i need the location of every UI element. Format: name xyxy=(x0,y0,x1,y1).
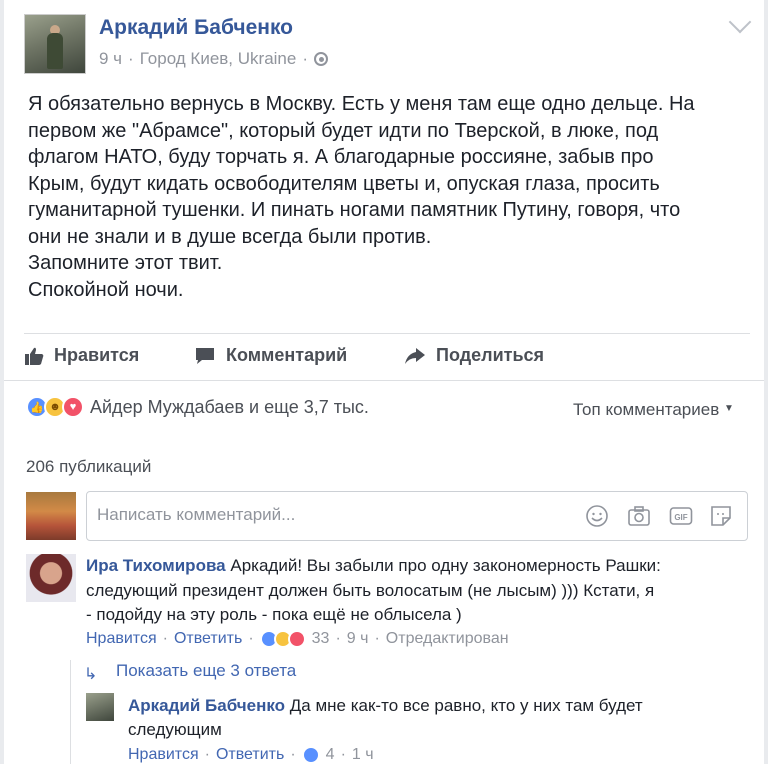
chevron-down-icon[interactable] xyxy=(728,10,752,34)
reply-actions: Нравится · Ответить · 4 · 1 ч xyxy=(128,746,374,764)
comment-edited[interactable]: Отредактирован xyxy=(386,630,509,648)
post-line: Крым, будут кидать освободителям цветы и… xyxy=(28,172,660,195)
separator: · xyxy=(290,746,296,763)
post-line: флагом НАТО, буду торчать я. А благодарн… xyxy=(28,146,654,168)
reply-arrow-icon: ↳ xyxy=(84,666,98,683)
comment-actions: Нравится · Ответить · 33 · 9 ч · Отредак… xyxy=(86,630,509,648)
comment-first-line: Ира Тихомирова Аркадий! Вы забыли про од… xyxy=(86,554,746,579)
reply-line: следующим xyxy=(128,720,222,739)
author-avatar[interactable] xyxy=(24,14,86,74)
thumbs-up-icon xyxy=(25,347,44,365)
commenter-name[interactable]: Ира Тихомирова xyxy=(86,556,226,575)
emoji-icon[interactable] xyxy=(585,504,609,528)
publications-count[interactable]: 206 публикаций xyxy=(26,457,151,477)
reactions-text: Айдер Муждабаев и еще 3,7 тыс. xyxy=(90,396,369,417)
reply-reaction-count[interactable]: 4 xyxy=(326,746,335,764)
comment-button[interactable]: Комментарий xyxy=(194,345,347,366)
post-author-name[interactable]: Аркадий Бабченко xyxy=(99,16,293,40)
reply-author-avatar[interactable] xyxy=(86,693,114,721)
comment-line: Аркадий! Вы забыли про одну закономернос… xyxy=(225,556,661,575)
post-time[interactable]: 9 ч xyxy=(99,49,122,69)
gif-icon[interactable]: GIF xyxy=(669,504,693,528)
divider xyxy=(4,380,764,381)
caret-down-icon: ▼ xyxy=(723,403,734,414)
reply-time[interactable]: 1 ч xyxy=(352,746,374,764)
post-line: первом же "Абрамсе", который будет идти … xyxy=(28,119,659,142)
angry-reaction-icon xyxy=(287,630,306,648)
post-line: гуманитарной тушенки. И пинать ногами па… xyxy=(28,199,681,221)
meta-separator: · xyxy=(128,49,134,68)
show-more-replies-link[interactable]: Показать еще 3 ответа xyxy=(116,661,296,681)
like-reaction-icon xyxy=(301,746,320,764)
svg-text:GIF: GIF xyxy=(674,513,687,522)
thread-line xyxy=(70,660,71,764)
like-button[interactable]: Нравится xyxy=(24,345,139,366)
like-label: Нравится xyxy=(54,345,140,365)
post-location[interactable]: Город Киев, Ukraine xyxy=(140,49,297,69)
post-line: они не знали и в душе всегда были против… xyxy=(28,225,432,248)
reply-first-line: Аркадий Бабченко Да мне как-то все равно… xyxy=(128,694,728,718)
comment-time[interactable]: 9 ч xyxy=(347,630,369,648)
comment-line: - подойду на эту роль - пока ещё не облы… xyxy=(86,605,462,624)
avatar-figure xyxy=(47,33,63,69)
love-reaction-icon: ♥ xyxy=(62,396,84,418)
post-text: Я обязательно вернусь в Москву. Есть у м… xyxy=(28,91,753,303)
comment-input[interactable] xyxy=(95,504,569,526)
separator: · xyxy=(374,630,380,647)
commenter-avatar[interactable] xyxy=(26,554,76,602)
comment-reply-link[interactable]: Ответить xyxy=(174,630,242,648)
globe-icon xyxy=(314,52,329,66)
reactions-summary[interactable]: 👍 ☻ ♥ Айдер Муждабаев и еще 3,7 тыс. xyxy=(26,396,369,418)
post-line: Я обязательно вернусь в Москву. Есть у м… xyxy=(28,93,695,115)
post-line: Запомните этот твит. xyxy=(28,252,223,274)
comment-reaction-count[interactable]: 33 xyxy=(312,630,330,648)
post-meta: 9 ч · Город Киев, Ukraine · xyxy=(99,49,329,69)
separator: · xyxy=(335,630,341,647)
separator: · xyxy=(162,630,168,647)
reply-reply-link[interactable]: Ответить xyxy=(216,746,284,764)
separator: · xyxy=(340,746,346,763)
post-card: Аркадий Бабченко 9 ч · Город Киев, Ukrai… xyxy=(4,0,764,764)
reply-like-link[interactable]: Нравится xyxy=(128,746,199,764)
sticker-icon[interactable] xyxy=(709,504,733,528)
comment-like-link[interactable]: Нравится xyxy=(86,630,157,648)
comment-body: Ира Тихомирова Аркадий! Вы забыли про од… xyxy=(86,554,746,628)
separator: · xyxy=(204,746,210,763)
post-line: Спокойной ночи. xyxy=(28,278,184,301)
my-avatar[interactable] xyxy=(26,492,76,540)
meta-separator: · xyxy=(302,49,309,68)
comment-sort-label: Топ комментариев xyxy=(573,400,720,419)
comment-line: следующий президент должен быть волосаты… xyxy=(86,580,655,600)
separator: · xyxy=(248,630,254,647)
share-button[interactable]: Поделиться xyxy=(404,345,544,366)
comment-sort-dropdown[interactable]: Топ комментариев ▼ xyxy=(573,400,734,420)
divider xyxy=(24,333,750,334)
reply-body: Аркадий Бабченко Да мне как-то все равно… xyxy=(128,694,728,742)
reply-author-name[interactable]: Аркадий Бабченко xyxy=(128,696,285,715)
camera-icon[interactable] xyxy=(627,504,651,528)
comment-composer[interactable]: GIF xyxy=(86,491,748,541)
share-label: Поделиться xyxy=(436,345,545,365)
comment-icon xyxy=(196,347,214,364)
share-icon xyxy=(405,347,425,364)
reply-line: Да мне как-то все равно, кто у них там б… xyxy=(285,696,643,715)
comment-label: Комментарий xyxy=(226,345,348,365)
